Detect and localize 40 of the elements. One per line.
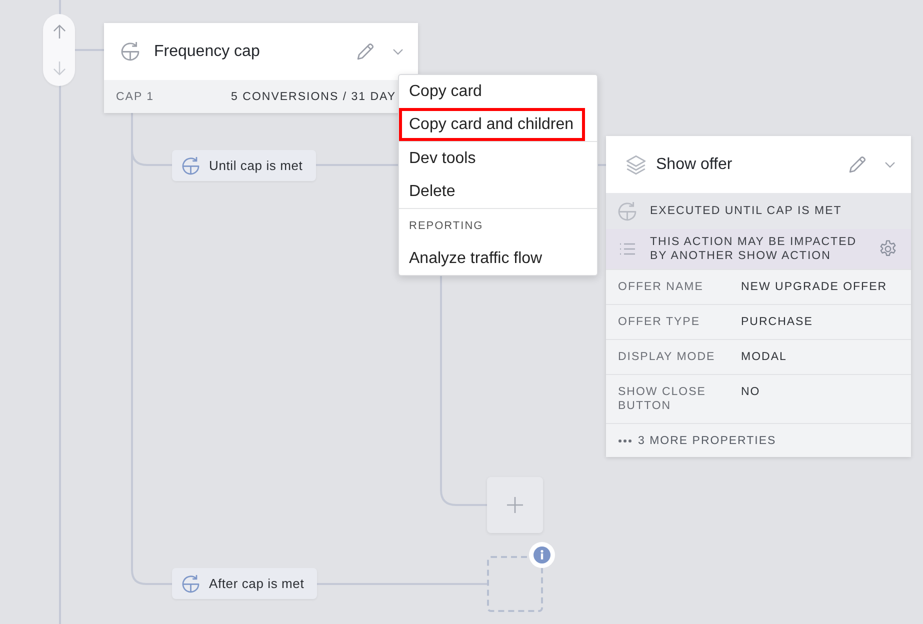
card-title: Frequency cap [154,42,261,60]
property-value: NO [741,385,760,400]
cap-value: 5 CONVERSIONS / 31 DAY [231,90,396,102]
plus-icon [507,497,523,513]
menu-section-heading: REPORTING [408,218,484,234]
property-label: DISPLAY MODE [618,350,716,364]
ellipsis-icon [618,438,632,442]
menu-item[interactable]: Dev tools [399,142,585,175]
pencil-icon[interactable] [849,156,866,173]
status-text: EXECUTED UNTIL CAP IS MET [650,205,842,217]
property-value: MODAL [741,350,787,364]
property-label: OFFER TYPE [618,315,701,329]
branch-label: Until cap is met [209,158,303,173]
more-properties-button[interactable]: 3 MORE PROPERTIES [606,423,911,457]
info-icon[interactable] [529,542,555,568]
branch-node[interactable]: Until cap is met [172,150,316,181]
property-value: NEW UPGRADE OFFER [741,280,888,294]
layers-icon [626,154,646,174]
menu-item[interactable]: Copy card [399,75,585,108]
menu-item[interactable]: Analyze traffic flow [399,242,585,275]
branch-label: After cap is met [209,576,304,591]
arrow-up-icon[interactable] [52,24,66,40]
refresh-icon [182,156,200,174]
chevron-down-icon[interactable] [393,48,403,54]
gear-icon[interactable] [879,240,897,258]
menu-item[interactable]: Delete [399,175,585,208]
list-icon [618,242,636,256]
branch-node[interactable]: After cap is met [172,568,318,599]
refresh-icon [618,202,637,220]
card-title: Show offer [656,156,734,174]
property-label: SHOW CLOSE BUTTON [618,385,707,413]
refresh-icon [121,42,140,61]
warning-text: THIS ACTION MAY BE IMPACTED BY ANOTHER SHOW ACTION [650,235,858,263]
menu-item[interactable]: Copy card and children [399,108,585,141]
property-label: OFFER NAME [618,280,704,294]
property-value: PURCHASE [741,315,813,329]
pencil-icon[interactable] [357,43,374,60]
chevron-down-icon[interactable] [885,162,895,168]
cap-label: CAP 1 [116,90,154,102]
refresh-icon [182,574,200,592]
